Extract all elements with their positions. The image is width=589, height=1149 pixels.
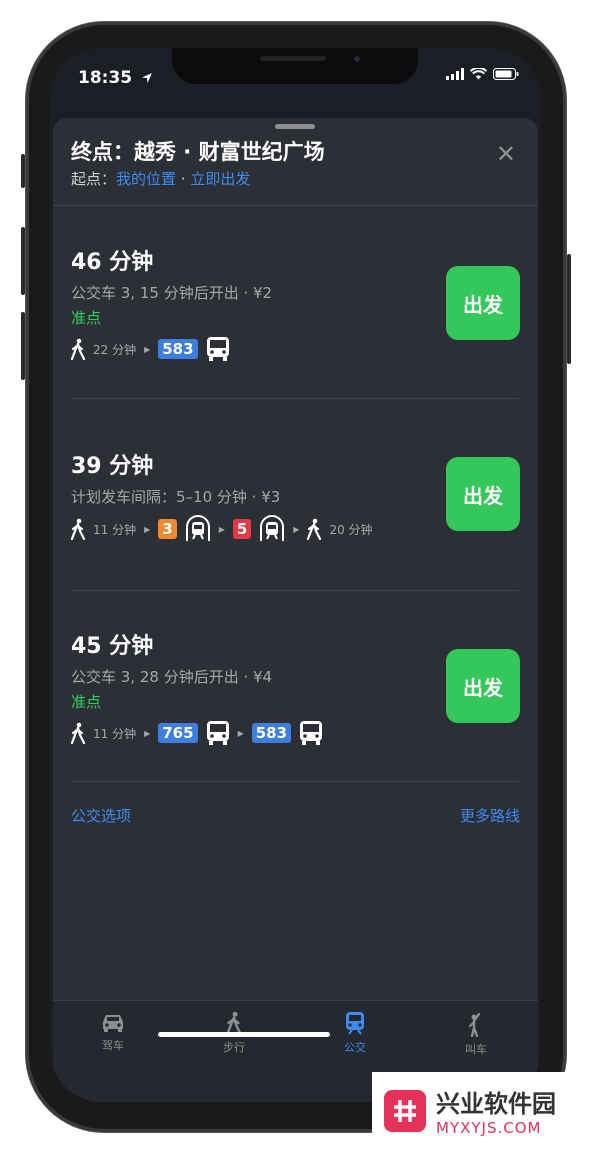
bus-icon [206,337,229,361]
walk-icon [71,338,85,360]
hail-icon [468,1012,481,1037]
walk-duration: 11 分钟 [93,522,137,537]
sheet-grabber[interactable] [275,124,315,129]
hashtag-logo-icon [384,1089,426,1132]
bus-line-badge: 765 [158,723,198,743]
car-icon [103,1015,123,1032]
tab-label: 步行 [223,1041,245,1054]
walk-icon [71,722,85,744]
bus-icon [206,721,229,745]
watermark-name: 兴业软件园 [436,1090,556,1118]
watermark-text: 兴业软件园 MYXYJS.COM [436,1084,556,1137]
home-indicator[interactable] [158,1032,330,1037]
walk-icon [307,518,322,540]
tab-drive[interactable]: 驾车 [63,1011,163,1053]
tab-hail[interactable]: 叫车 [426,1011,526,1057]
status-indicators [446,68,519,80]
bus-icon [300,721,323,745]
status-time-text: 18:35 [78,68,133,88]
step-arrow-icon: ▶ [144,728,151,738]
go-button-route-3[interactable]: 出发 [446,649,520,723]
destination-title: 终点：越秀 · 财富世纪广场 [71,140,325,164]
origin-link[interactable]: 我的位置 [116,170,176,188]
route-divider [71,590,519,591]
speaker [260,56,326,61]
cellular-signal-icon [446,68,464,80]
metro-icon [185,515,210,541]
go-button-route-2[interactable]: 出发 [446,457,520,531]
route-divider [71,398,519,399]
step-arrow-icon: ▶ [144,344,151,354]
transit-icon [346,1012,364,1035]
notch [172,48,418,84]
tab-label: 公交 [344,1041,366,1054]
metro-icon [260,515,285,541]
hash-icon [394,1099,416,1122]
walk-icon [71,518,85,540]
metro-line-badge: 3 [158,519,177,539]
power-button [567,254,571,364]
separator: · [176,170,191,188]
bus-line-badge: 583 [158,339,198,359]
close-icon[interactable]: ✕ [496,140,516,168]
go-button-route-1[interactable]: 出发 [446,266,520,340]
wifi-icon [470,68,487,80]
tab-label: 驾车 [102,1039,124,1052]
bus-line-badge: 583 [251,723,292,743]
depart-now-link[interactable]: 立即出发 [190,170,250,188]
mute-switch [21,154,25,188]
screen: 18:35 终点：越秀 · 财富世纪广场 ✕ 起点：我的位置 · 立即出发 46… [50,48,541,1102]
front-camera [354,56,360,62]
tab-label: 叫车 [465,1043,487,1056]
step-arrow-icon: ▶ [144,524,151,534]
step-arrow-icon: ▶ [293,524,300,534]
status-time: 18:35 [78,68,153,88]
step-arrow-icon: ▶ [218,524,225,534]
watermark: 兴业软件园 MYXYJS.COM [372,1072,589,1149]
walk-duration: 20 分钟 [329,522,373,537]
directions-sheet: 终点：越秀 · 财富世纪广场 ✕ 起点：我的位置 · 立即出发 46 分钟 公交… [53,118,538,1102]
route-divider [71,781,519,782]
origin-label: 起点： [71,170,117,188]
route-steps: 11 分钟 ▶ 765 ▶ 583 [71,720,521,746]
step-arrow-icon: ▶ [237,728,244,738]
transit-options-link[interactable]: 公交选项 [71,805,131,826]
more-routes-link[interactable]: 更多路线 [460,805,520,826]
volume-down-button [21,312,25,380]
walk-duration: 22 分钟 [93,342,137,357]
metro-line-badge: 5 [232,519,252,539]
watermark-url: MYXYJS.COM [436,1119,542,1137]
walk-duration: 11 分钟 [93,726,137,741]
header-divider [53,205,538,206]
location-arrow-icon [142,73,153,83]
volume-up-button [21,227,25,295]
route-steps: 22 分钟 ▶ 583 [71,336,521,362]
battery-icon [493,68,519,80]
origin-line: 起点：我的位置 · 立即出发 [71,168,250,189]
